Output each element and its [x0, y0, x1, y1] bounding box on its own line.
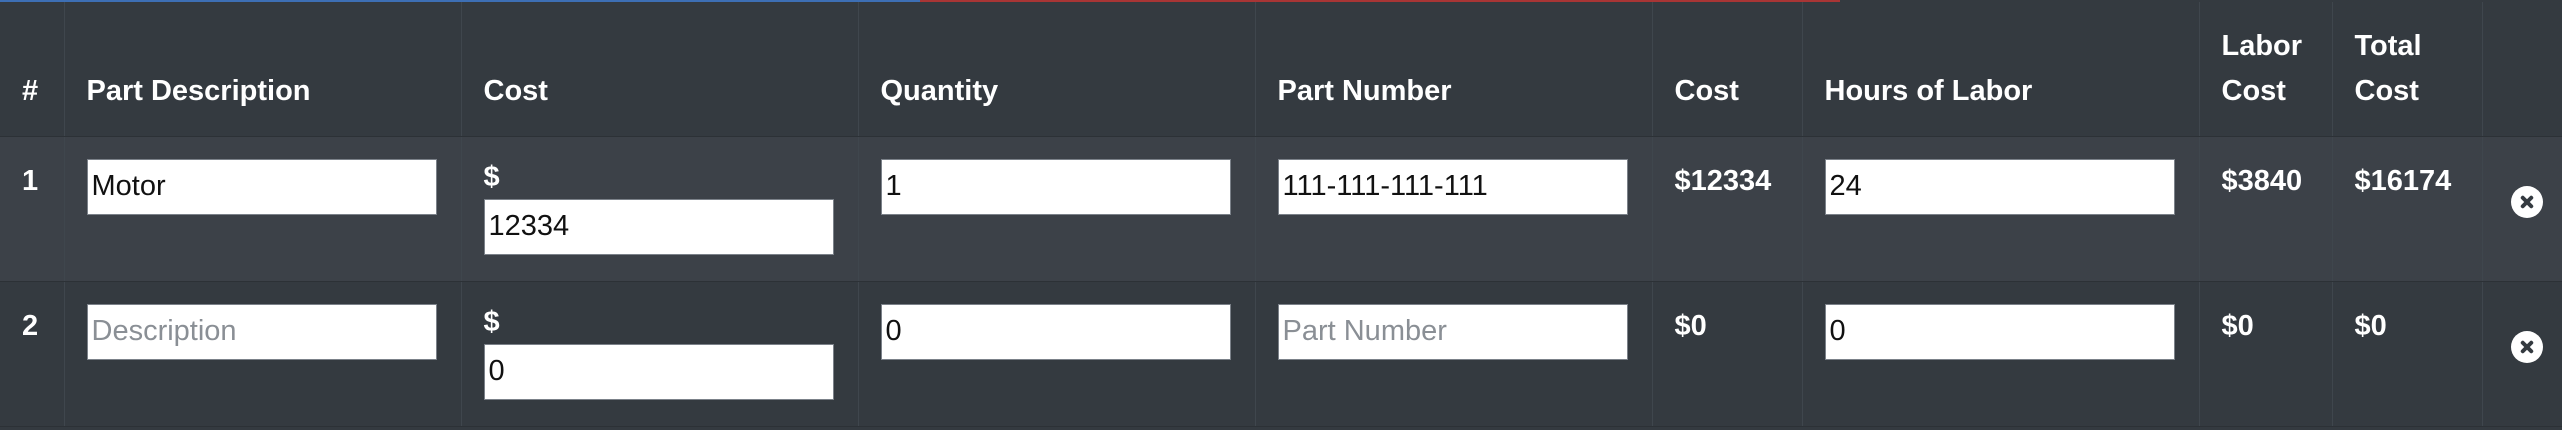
cell-num: 1: [0, 136, 65, 282]
labor-cost-value: $3840: [2221, 164, 2303, 197]
table-row: 1 $ $12334 $3840 $16174: [0, 136, 2562, 282]
cell-part-number: [1255, 281, 1653, 427]
cell-cost-total: $12334: [1652, 136, 1803, 282]
hours-input[interactable]: [1824, 158, 2175, 215]
hours-input[interactable]: [1824, 303, 2175, 360]
row-number: 1: [22, 164, 39, 197]
header-actions: [2482, 2, 2562, 137]
cell-total-cost: $16174: [2332, 136, 2483, 282]
description-input[interactable]: [86, 158, 437, 215]
header-cost-total: Cost: [1652, 2, 1803, 137]
header-labor-cost-line2: Cost: [2221, 74, 2286, 107]
cost-input[interactable]: [483, 343, 834, 400]
cell-num: 2: [0, 281, 65, 427]
cost-total-value: $12334: [1674, 164, 1772, 197]
cell-labor-cost: $0: [2199, 281, 2333, 427]
quantity-input[interactable]: [880, 158, 1231, 215]
quantity-input[interactable]: [880, 303, 1231, 360]
cell-total-cost: $0: [2332, 281, 2483, 427]
header-row: # Part Description Cost Quantity Part Nu…: [0, 2, 2562, 137]
header-total-cost: Total Cost: [2332, 2, 2483, 137]
header-labor-cost-line1: Labor: [2221, 29, 2303, 62]
cell-cost: $: [461, 281, 859, 427]
header-part-number: Part Number: [1255, 2, 1653, 137]
cell-part-number: [1255, 136, 1653, 282]
currency-symbol: $: [483, 305, 500, 338]
circle-x-icon[interactable]: [2510, 330, 2543, 363]
cell-description: [64, 281, 462, 427]
cell-cost: $: [461, 136, 859, 282]
cell-quantity: [858, 136, 1256, 282]
cell-remove: [2482, 136, 2562, 282]
part-number-input[interactable]: [1277, 303, 1628, 360]
parts-table: # Part Description Cost Quantity Part Nu…: [0, 2, 2562, 427]
cost-total-value: $0: [1674, 309, 1707, 342]
description-input[interactable]: [86, 303, 437, 360]
header-num: #: [0, 2, 65, 137]
cell-remove: [2482, 281, 2562, 427]
total-cost-value: $16174: [2354, 164, 2452, 197]
header-total-cost-line1: Total: [2354, 29, 2422, 62]
part-number-input[interactable]: [1277, 158, 1628, 215]
header-labor-cost: Labor Cost: [2199, 2, 2333, 137]
cell-description: [64, 136, 462, 282]
header-total-cost-line2: Cost: [2354, 74, 2419, 107]
labor-cost-value: $0: [2221, 309, 2254, 342]
cell-labor-cost: $3840: [2199, 136, 2333, 282]
row-number: 2: [22, 309, 39, 342]
currency-symbol: $: [483, 160, 500, 193]
cost-input[interactable]: [483, 198, 834, 255]
total-cost-value: $0: [2354, 309, 2387, 342]
header-part-description: Part Description: [64, 2, 462, 137]
cell-cost-total: $0: [1652, 281, 1803, 427]
cell-quantity: [858, 281, 1256, 427]
header-hours-of-labor: Hours of Labor: [1802, 2, 2200, 137]
table-row: 2 $ $0 $0 $0: [0, 281, 2562, 427]
header-quantity: Quantity: [858, 2, 1256, 137]
circle-x-icon[interactable]: [2510, 185, 2543, 218]
header-cost: Cost: [461, 2, 859, 137]
cell-hours: [1802, 281, 2200, 427]
cell-hours: [1802, 136, 2200, 282]
